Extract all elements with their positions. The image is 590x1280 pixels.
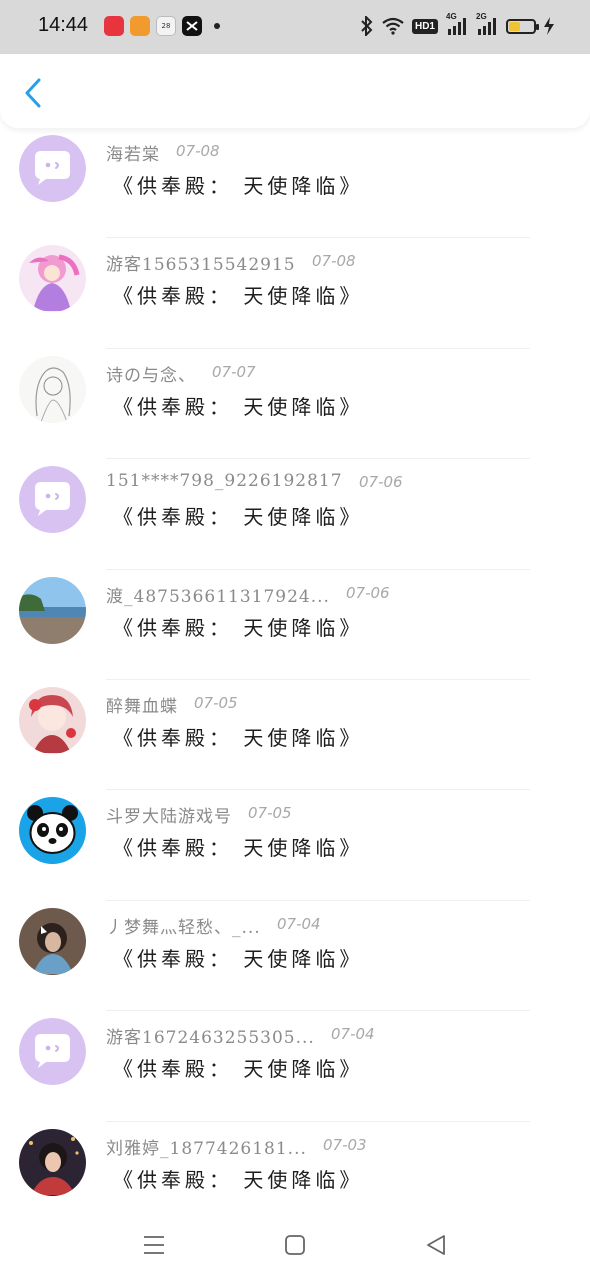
- message-text: 《供奉殿： 天使降临》: [113, 1167, 364, 1192]
- header: [0, 54, 590, 128]
- message-text: 《供奉殿： 天使降临》: [113, 174, 364, 198]
- message-date: 07-03: [323, 1135, 367, 1154]
- message-text: 《供奉殿： 天使降临》: [113, 284, 364, 309]
- dianping-icon: [130, 16, 150, 36]
- message-date: 07-07: [212, 362, 256, 381]
- user-name: 游客1672463255305...: [106, 1028, 315, 1049]
- list-item[interactable]: 游客1672463255305... 07-04 《供奉殿： 天使降临》: [0, 1011, 590, 1122]
- message-date: 07-04: [331, 1025, 375, 1044]
- avatar[interactable]: [19, 355, 86, 423]
- list-item[interactable]: 游客1565315542915 07-08 《供奉殿： 天使降临》: [0, 238, 590, 349]
- list-item[interactable]: 151****798_9226192817 07-06 《供奉殿： 天使降临》: [0, 459, 590, 570]
- avatar[interactable]: [19, 135, 86, 202]
- calendar-icon: 28: [156, 16, 176, 36]
- status-time: 14:44: [38, 14, 89, 36]
- message-text: 《供奉殿： 天使降临》: [113, 505, 364, 530]
- message-text: 《供奉殿： 天使降临》: [113, 725, 364, 750]
- message-list: 海若棠 07-08 《供奉殿： 天使降临》 游客1565315542915 07-08 《…: [0, 128, 590, 1232]
- message-text: 《供奉殿： 天使降临》: [113, 836, 364, 861]
- user-name: 丿梦舞灬轻愁、_...: [106, 917, 261, 938]
- notification-icons: 28: [104, 16, 220, 36]
- avatar[interactable]: [19, 686, 86, 754]
- message-date: 07-08: [176, 142, 220, 160]
- user-name: 斗罗大陆游戏号: [106, 807, 232, 828]
- message-date: 07-06: [346, 583, 390, 602]
- charging-icon: [544, 15, 554, 37]
- hd-icon: HD1: [411, 15, 438, 37]
- back-button[interactable]: [18, 76, 48, 110]
- message-date: 07-06: [359, 473, 403, 492]
- list-item[interactable]: 斗罗大陆游戏号 07-05 《供奉殿： 天使降临》: [0, 790, 590, 901]
- bluetooth-icon: [360, 15, 374, 37]
- system-navbar: [0, 1210, 590, 1280]
- user-name: 151****798_9226192817: [106, 471, 343, 492]
- user-name: 刘雅婷_1877426181...: [106, 1138, 307, 1159]
- system-icons: HD1 4G 2G: [360, 12, 554, 37]
- home-square-icon[interactable]: [280, 1232, 310, 1258]
- user-name: 海若棠: [106, 145, 160, 165]
- avatar[interactable]: [19, 797, 86, 865]
- message-text: 《供奉殿： 天使降临》: [113, 394, 364, 419]
- status-bar: 14:44 28 HD1 4G 2G: [0, 0, 590, 54]
- message-text: 《供奉殿： 天使降临》: [113, 1057, 364, 1082]
- user-name: 渡_487536611317924...: [106, 586, 330, 607]
- signal-2g-icon: 2G: [476, 12, 498, 37]
- list-item[interactable]: 海若棠 07-08 《供奉殿： 天使降临》: [0, 128, 590, 239]
- message-text: 《供奉殿： 天使降临》: [113, 946, 364, 971]
- signal-4g-icon: 4G: [446, 12, 468, 37]
- message-date: 07-05: [194, 693, 238, 712]
- message-date: 07-04: [277, 914, 321, 933]
- user-name: 诗の与念、: [106, 365, 196, 386]
- user-name: 游客1565315542915: [106, 255, 296, 276]
- wifi-icon: [382, 15, 404, 37]
- message-date: 07-05: [248, 804, 292, 823]
- menu-icon[interactable]: [139, 1232, 169, 1258]
- avatar[interactable]: [19, 1018, 86, 1086]
- back-triangle-icon[interactable]: [421, 1232, 451, 1258]
- list-item[interactable]: 渡_487536611317924... 07-06 《供奉殿： 天使降临》: [0, 570, 590, 680]
- message-text: 《供奉殿： 天使降临》: [113, 615, 364, 640]
- list-item[interactable]: 诗の与念、 07-07 《供奉殿： 天使降临》: [0, 349, 590, 460]
- avatar[interactable]: [19, 245, 86, 313]
- user-name: 醉舞血蝶: [106, 696, 178, 717]
- chevron-left-icon: [25, 78, 41, 108]
- avatar[interactable]: [19, 466, 86, 534]
- message-date: 07-08: [312, 252, 356, 271]
- avatar[interactable]: [19, 576, 86, 644]
- battery-icon: [506, 15, 539, 37]
- capcut-icon: [182, 16, 202, 36]
- list-item[interactable]: 醉舞血蝶 07-05 《供奉殿： 天使降临》: [0, 680, 590, 791]
- battery-level: [509, 21, 520, 31]
- avatar[interactable]: [19, 907, 86, 975]
- more-notifications-dot: [214, 23, 220, 29]
- avatar[interactable]: [19, 1128, 86, 1196]
- xiaohongshu-icon: [104, 16, 124, 36]
- calendar-day: 28: [161, 22, 171, 30]
- list-item[interactable]: 丿梦舞灬轻愁、_... 07-04 《供奉殿： 天使降临》: [0, 901, 590, 1012]
